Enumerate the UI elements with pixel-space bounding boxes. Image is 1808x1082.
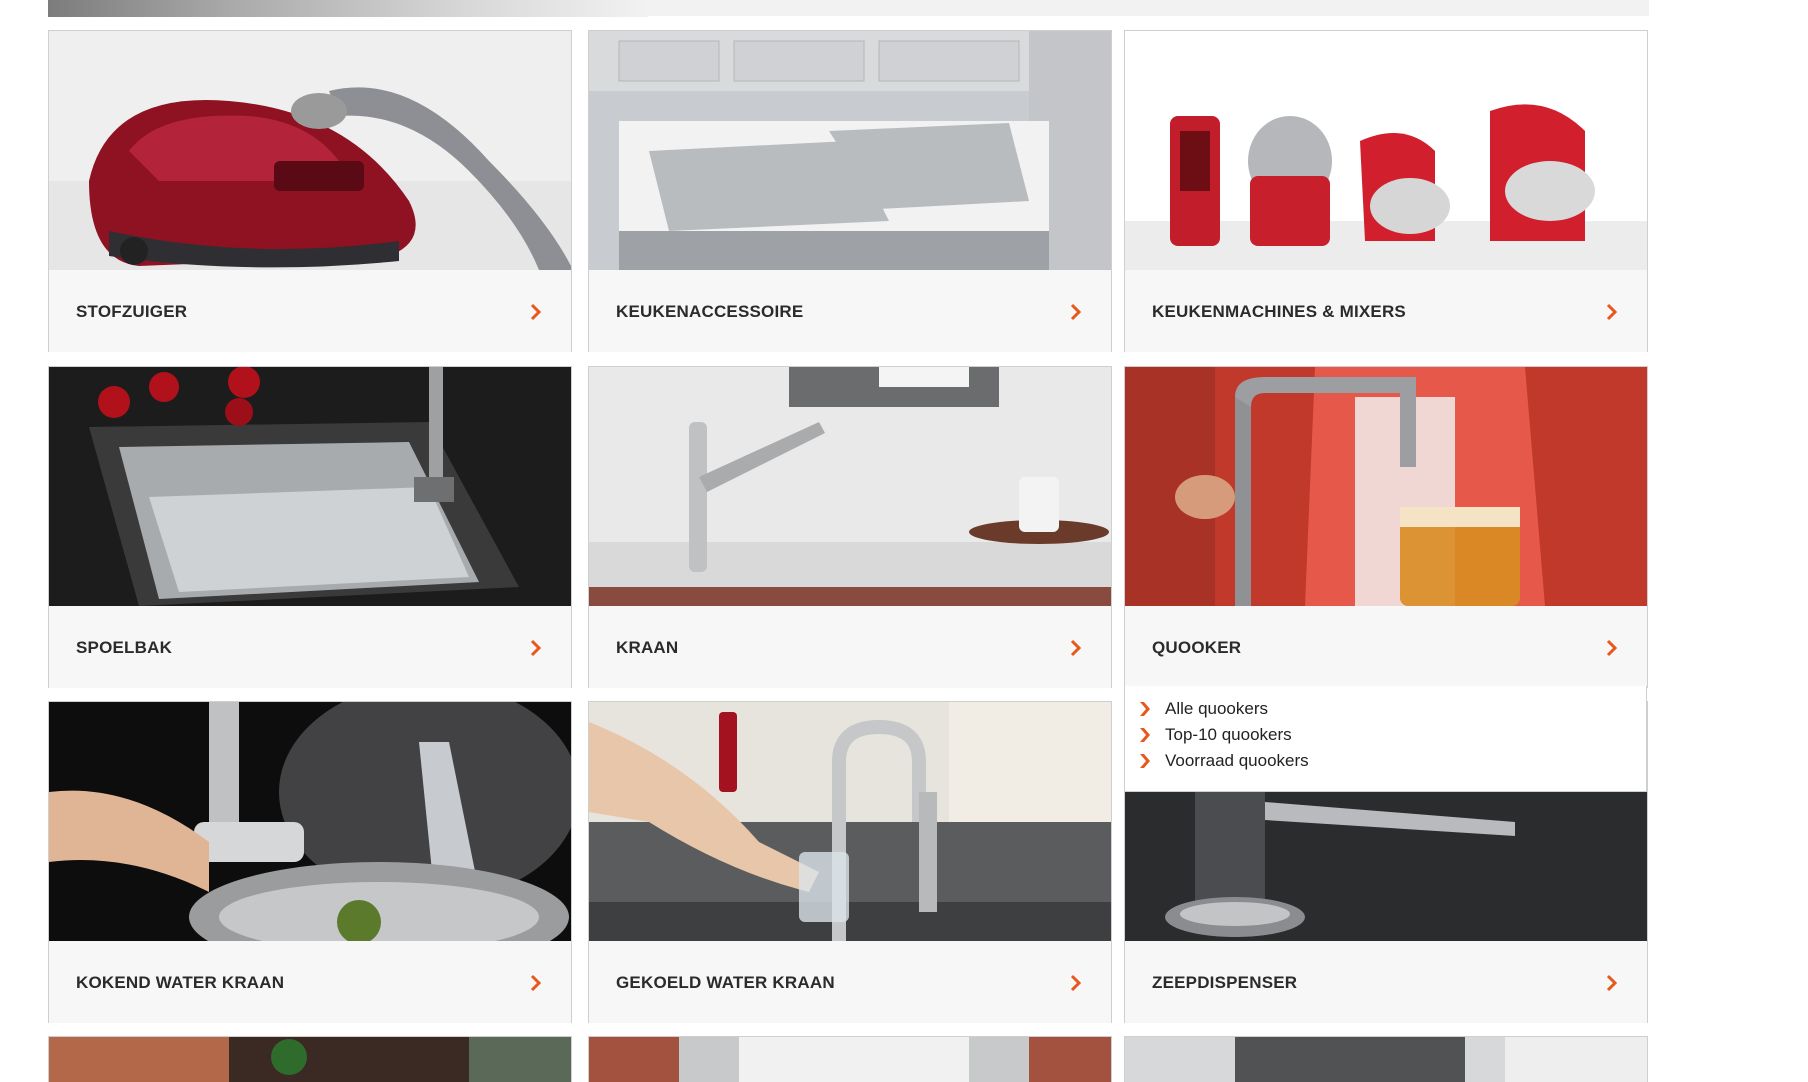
category-image-kitchen-machines bbox=[1125, 31, 1647, 270]
category-card-partial-3[interactable] bbox=[1124, 1036, 1648, 1082]
category-label: KEUKENMACHINES & MIXERS bbox=[1152, 302, 1406, 321]
submenu-item-label: Top-10 quookers bbox=[1165, 725, 1292, 744]
submenu-item-label: Voorraad quookers bbox=[1165, 751, 1309, 770]
category-image-boiling-water-tap bbox=[49, 702, 571, 941]
category-card-kokend-water-kraan[interactable]: KOKEND WATER KRAAN bbox=[48, 701, 572, 1023]
category-card-keukenmachines-mixers[interactable]: KEUKENMACHINES & MIXERS bbox=[1124, 30, 1648, 352]
category-card-partial-2[interactable] bbox=[588, 1036, 1112, 1082]
chevron-right-icon bbox=[530, 303, 542, 321]
category-image-faucet bbox=[589, 367, 1111, 606]
category-label: ZEEPDISPENSER bbox=[1152, 973, 1298, 992]
category-label: STOFZUIGER bbox=[76, 302, 188, 321]
chevron-right-icon bbox=[1140, 754, 1150, 768]
category-card-spoelbak[interactable]: SPOELBAK bbox=[48, 366, 572, 688]
submenu-item-label: Alle quookers bbox=[1165, 699, 1269, 718]
category-image-vacuum bbox=[49, 31, 571, 270]
category-card-stofzuiger[interactable]: STOFZUIGER bbox=[48, 30, 572, 352]
category-image-quooker bbox=[1125, 367, 1647, 606]
chevron-right-icon bbox=[1070, 639, 1082, 657]
chevron-right-icon bbox=[1140, 702, 1150, 716]
category-image-sink bbox=[49, 367, 571, 606]
category-image-partial-2 bbox=[589, 1037, 1111, 1082]
category-image-chilled-water-tap bbox=[589, 702, 1111, 941]
top-banner-bar bbox=[648, 0, 1649, 16]
quooker-submenu: Alle quookers Top-10 quookers Voorraad q… bbox=[1124, 686, 1647, 792]
chevron-right-icon bbox=[1140, 728, 1150, 742]
submenu-item-alle-quookers[interactable]: Alle quookers bbox=[1139, 698, 1268, 720]
submenu-item-voorraad-quookers[interactable]: Voorraad quookers bbox=[1139, 750, 1309, 772]
category-label: KEUKENACCESSOIRE bbox=[616, 302, 804, 321]
chevron-right-icon bbox=[1606, 974, 1618, 992]
chevron-right-icon bbox=[1606, 639, 1618, 657]
category-image-partial-3 bbox=[1125, 1037, 1647, 1082]
chevron-right-icon bbox=[1070, 974, 1082, 992]
category-card-quooker[interactable]: QUOOKER bbox=[1124, 366, 1648, 688]
category-image-waste-bins bbox=[589, 31, 1111, 270]
category-card-kraan[interactable]: KRAAN bbox=[588, 366, 1112, 688]
category-card-keukenaccessoire[interactable]: KEUKENACCESSOIRE bbox=[588, 30, 1112, 352]
category-label: KOKEND WATER KRAAN bbox=[76, 973, 285, 992]
category-label: KRAAN bbox=[616, 638, 679, 657]
category-label: GEKOELD WATER KRAAN bbox=[616, 973, 835, 992]
category-card-partial-1[interactable] bbox=[48, 1036, 572, 1082]
top-banner-image bbox=[48, 0, 648, 17]
chevron-right-icon bbox=[1070, 303, 1082, 321]
category-label: QUOOKER bbox=[1152, 638, 1242, 657]
category-image-partial-1 bbox=[49, 1037, 571, 1082]
submenu-item-top-10-quookers[interactable]: Top-10 quookers bbox=[1139, 724, 1292, 746]
chevron-right-icon bbox=[530, 639, 542, 657]
chevron-right-icon bbox=[530, 974, 542, 992]
chevron-right-icon bbox=[1606, 303, 1618, 321]
category-card-gekoeld-water-kraan[interactable]: GEKOELD WATER KRAAN bbox=[588, 701, 1112, 1023]
category-label: SPOELBAK bbox=[76, 638, 173, 657]
